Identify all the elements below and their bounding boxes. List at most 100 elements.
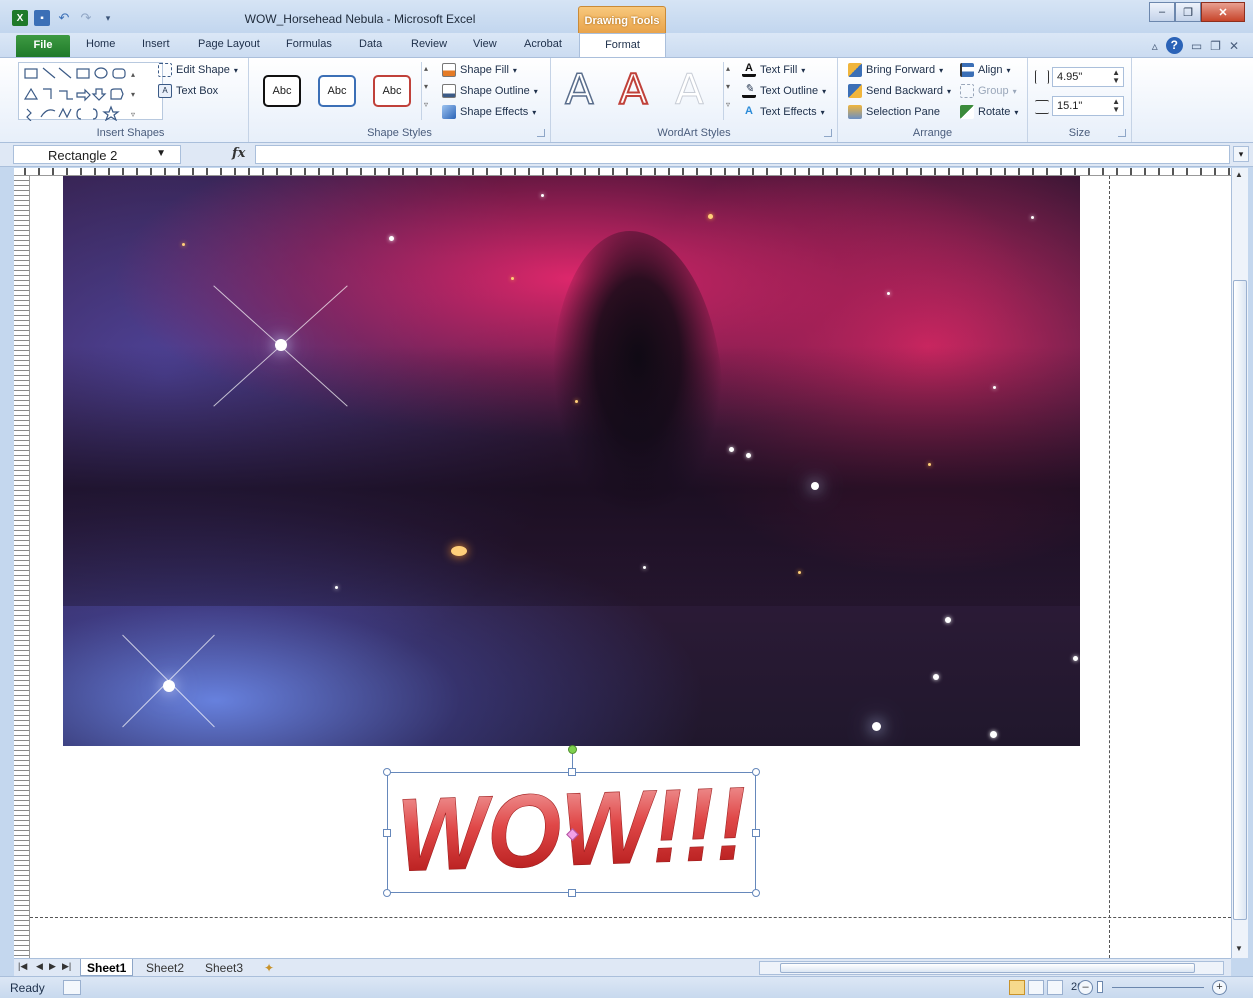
resize-handle-right[interactable] [752, 829, 760, 837]
shape-width-input[interactable]: 15.1" ▲ ▼ [1052, 96, 1124, 116]
resize-handle-top[interactable] [568, 768, 576, 776]
sheet-tab-sheet2[interactable]: Sheet2 [140, 959, 190, 976]
text-outline-button[interactable]: ✎ Text Outline ▾ [742, 84, 826, 98]
horizontal-scrollbar[interactable] [759, 961, 1224, 975]
macro-record-icon[interactable] [63, 980, 81, 995]
vertical-scrollbar[interactable]: ▲ ▼ [1231, 168, 1248, 958]
zoom-out-icon[interactable]: – [1078, 980, 1093, 995]
shape-height-input[interactable]: 4.95" ▲ ▼ [1052, 67, 1124, 87]
bring-forward-button[interactable]: Bring Forward ▾ [848, 63, 943, 77]
chevron-down-icon[interactable]: ▼ [156, 148, 166, 159]
horizontal-scroll-thumb[interactable] [780, 963, 1195, 973]
window-minimize-icon[interactable]: ▭ [1191, 39, 1202, 53]
align-button[interactable]: Align ▾ [960, 63, 1010, 77]
resize-handle-top-right[interactable] [752, 768, 760, 776]
tab-insert[interactable]: Insert [142, 38, 170, 50]
name-box[interactable]: Rectangle 2 ▼ [13, 145, 181, 164]
shape-effects-button[interactable]: Shape Effects ▾ [442, 105, 536, 119]
wordart-style-3[interactable]: A [675, 68, 705, 111]
tab-review[interactable]: Review [411, 38, 447, 50]
sheet-nav-next-icon[interactable]: ▶ [49, 961, 56, 972]
horsehead-nebula-image[interactable] [63, 176, 1080, 746]
bright-star [872, 722, 881, 731]
tab-acrobat[interactable]: Acrobat [524, 38, 562, 50]
resize-handle-left[interactable] [383, 829, 391, 837]
bring-forward-label: Bring Forward [866, 64, 936, 76]
normal-view-icon[interactable] [1009, 980, 1025, 995]
wordart-style-1[interactable]: A [564, 68, 594, 112]
send-backward-button[interactable]: Send Backward ▾ [848, 84, 951, 98]
text-effects-label: Text Effects [760, 106, 817, 118]
shape-outline-button[interactable]: Shape Outline ▾ [442, 84, 538, 98]
tab-page-layout[interactable]: Page Layout [198, 38, 260, 50]
shape-style-1[interactable]: Abc [263, 75, 301, 107]
dialog-launcher-icon[interactable] [824, 129, 832, 137]
vertical-scroll-thumb[interactable] [1233, 280, 1247, 920]
shape-fill-button[interactable]: Shape Fill ▾ [442, 63, 517, 77]
text-effects-button[interactable]: A Text Effects ▾ [742, 105, 825, 119]
sheet-nav-last-icon[interactable]: ▶| [62, 961, 71, 972]
zoom-slider-handle[interactable] [1097, 981, 1103, 993]
sheet-tab-sheet3[interactable]: Sheet3 [199, 959, 249, 976]
page-break-preview-icon[interactable] [1047, 980, 1063, 995]
scroll-down-icon[interactable]: ▼ [1235, 944, 1243, 953]
scroll-arrows-icon: ▴ ▾ ▿ [424, 64, 429, 109]
shape-fill-label: Shape Fill [460, 64, 509, 76]
worksheet-page-layout[interactable]: WOW!!! [14, 168, 1231, 958]
zoom-in-icon[interactable]: + [1212, 980, 1227, 995]
insert-function-icon[interactable]: fx [232, 146, 245, 161]
wordart-styles-scroll[interactable]: ▴ ▾ ▿ [723, 62, 735, 120]
text-box-button[interactable]: A Text Box [158, 84, 218, 98]
width-icon [1035, 100, 1049, 114]
expand-formula-bar-icon[interactable]: ▾ [1233, 146, 1249, 162]
restore-icon[interactable]: ❐ [1175, 2, 1201, 22]
formula-bar: Rectangle 2 ▼ fx ▾ [0, 143, 1253, 167]
tab-view[interactable]: View [473, 38, 497, 50]
text-fill-button[interactable]: A Text Fill ▾ [742, 63, 805, 77]
spinner-arrows-icon[interactable]: ▲ ▼ [1112, 98, 1120, 114]
tab-formulas[interactable]: Formulas [286, 38, 332, 50]
sheet-nav-prev-icon[interactable]: ◀ [36, 961, 43, 972]
sheet-nav-first-icon[interactable]: |◀ [18, 961, 27, 972]
dialog-launcher-icon[interactable] [537, 129, 545, 137]
selection-pane-button[interactable]: Selection Pane [848, 105, 940, 119]
insert-worksheet-icon[interactable]: ✦ [258, 959, 280, 976]
help-icon[interactable]: ? [1165, 37, 1183, 54]
window-close-icon[interactable]: ✕ [1229, 39, 1239, 53]
formula-input[interactable] [255, 145, 1230, 164]
tab-data[interactable]: Data [359, 38, 382, 50]
zoom-slider[interactable] [1112, 987, 1204, 988]
shape-style-3[interactable]: Abc [373, 75, 411, 107]
edit-shape-label: Edit Shape [176, 64, 230, 76]
shape-effects-label: Shape Effects [460, 106, 529, 118]
minimize-ribbon-icon[interactable]: ▵ [1152, 39, 1158, 53]
sheet-tab-sheet1[interactable]: Sheet1 [80, 959, 134, 976]
text-box-icon: A [158, 84, 172, 98]
tab-format[interactable]: Format [579, 33, 666, 58]
rotation-handle[interactable] [568, 745, 577, 754]
tab-file[interactable]: File [16, 35, 70, 57]
window-restore-icon[interactable]: ❐ [1210, 39, 1221, 53]
group-label: Group [978, 85, 1009, 97]
wordart-style-2[interactable]: A [618, 68, 649, 112]
close-icon[interactable]: ✕ [1201, 2, 1245, 22]
shapes-gallery[interactable]: ▴ ▾ ▿ [18, 62, 163, 122]
resize-handle-bottom[interactable] [568, 889, 576, 897]
rotate-button[interactable]: Rotate ▾ [960, 105, 1018, 119]
spinner-arrows-icon[interactable]: ▲ ▼ [1112, 69, 1120, 85]
shape-styles-scroll[interactable]: ▴ ▾ ▿ [421, 62, 433, 120]
star [389, 236, 394, 241]
resize-handle-top-left[interactable] [383, 768, 391, 776]
shape-style-2[interactable]: Abc [318, 75, 356, 107]
scroll-up-icon[interactable]: ▲ [1235, 170, 1243, 179]
resize-handle-bottom-right[interactable] [752, 889, 760, 897]
minimize-icon[interactable]: – [1149, 2, 1175, 22]
wordart-shape-selection[interactable]: WOW!!! [383, 745, 760, 897]
tab-home[interactable]: Home [86, 38, 115, 50]
edit-shape-button[interactable]: Edit Shape ▾ [158, 63, 238, 77]
rotate-icon [960, 105, 974, 119]
resize-handle-bottom-left[interactable] [383, 889, 391, 897]
page-layout-view-icon[interactable] [1028, 980, 1044, 995]
dialog-launcher-icon[interactable] [1118, 129, 1126, 137]
group-button[interactable]: Group ▾ [960, 84, 1017, 98]
